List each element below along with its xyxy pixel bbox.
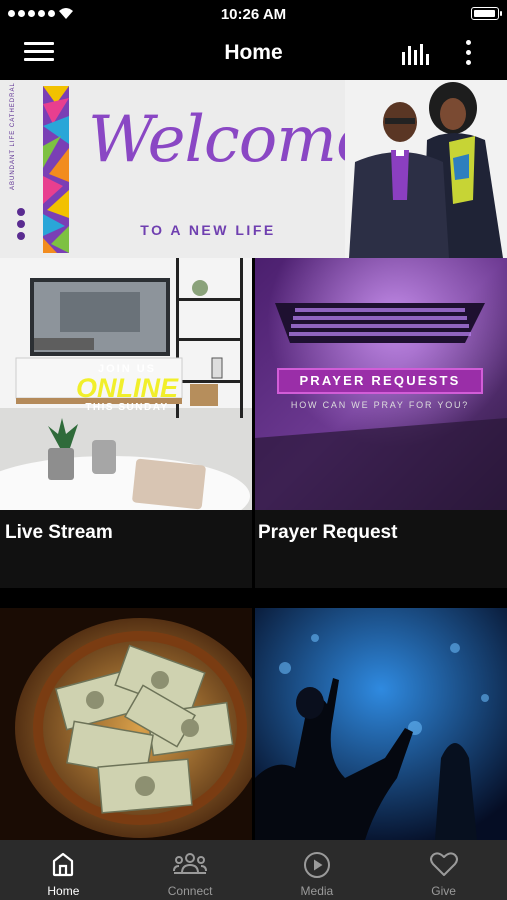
facebook-icon[interactable] [17,208,25,216]
money-basket-image [0,608,252,840]
more-options-icon[interactable] [458,40,478,68]
social-icons [17,208,25,240]
tab-label: Media [300,884,334,898]
instagram-icon[interactable] [17,220,25,228]
welcome-heading: Welcome [88,103,374,177]
tab-media[interactable]: Media [254,840,381,900]
tab-label: Home [47,884,80,898]
worship-concert-image [255,608,507,840]
prayer-requests-subtitle: HOW CAN WE PRAY FOR YOU? [290,400,470,410]
this-sunday-text: THIS SUNDAY [85,402,169,413]
online-text: ONLINE [75,373,178,403]
tile-prayer-request[interactable]: PRAYER REQUESTS HOW CAN WE PRAY FOR YOU?… [255,258,507,588]
play-icon [303,852,330,878]
tile-worship[interactable] [255,608,507,840]
tab-bar: Home Connect Media Give [0,840,507,900]
status-time: 10:26 AM [220,6,287,23]
home-icon [53,852,74,877]
church-name: ABUNDANT LIFE CATHEDRAL [10,82,16,190]
audio-bars-icon[interactable] [401,42,429,66]
tile-giving[interactable] [0,608,252,840]
people-icon [173,853,208,874]
banner-subtitle: TO A NEW LIFE [140,222,276,238]
pastors-photo [345,80,507,258]
battery-icon [471,7,502,20]
tab-home[interactable]: Home [0,840,127,900]
tab-connect[interactable]: Connect [127,840,254,900]
tab-give[interactable]: Give [380,840,507,900]
tab-label: Give [431,884,456,898]
youtube-icon[interactable] [17,232,25,240]
status-bar: 10:26 AM [0,0,507,28]
prayer-requests-title: PRAYER REQUESTS [277,368,483,394]
heart-icon [429,852,458,876]
join-online-graphic: JOIN US ONLINE THIS SUNDAY [72,363,182,413]
tile-live-stream[interactable]: JOIN US ONLINE THIS SUNDAY Live Stream [0,258,252,588]
hamburger-menu-icon[interactable] [24,42,54,66]
tile-label: Prayer Request [258,522,398,543]
stained-glass-graphic [43,86,69,253]
welcome-banner[interactable]: ABUNDANT LIFE CATHEDRAL Welcome TO A NEW… [0,80,507,258]
tab-label: Connect [167,884,213,898]
tile-label: Live Stream [5,522,113,543]
navigation-bar: Home [0,28,507,80]
page-title: Home [224,41,283,64]
